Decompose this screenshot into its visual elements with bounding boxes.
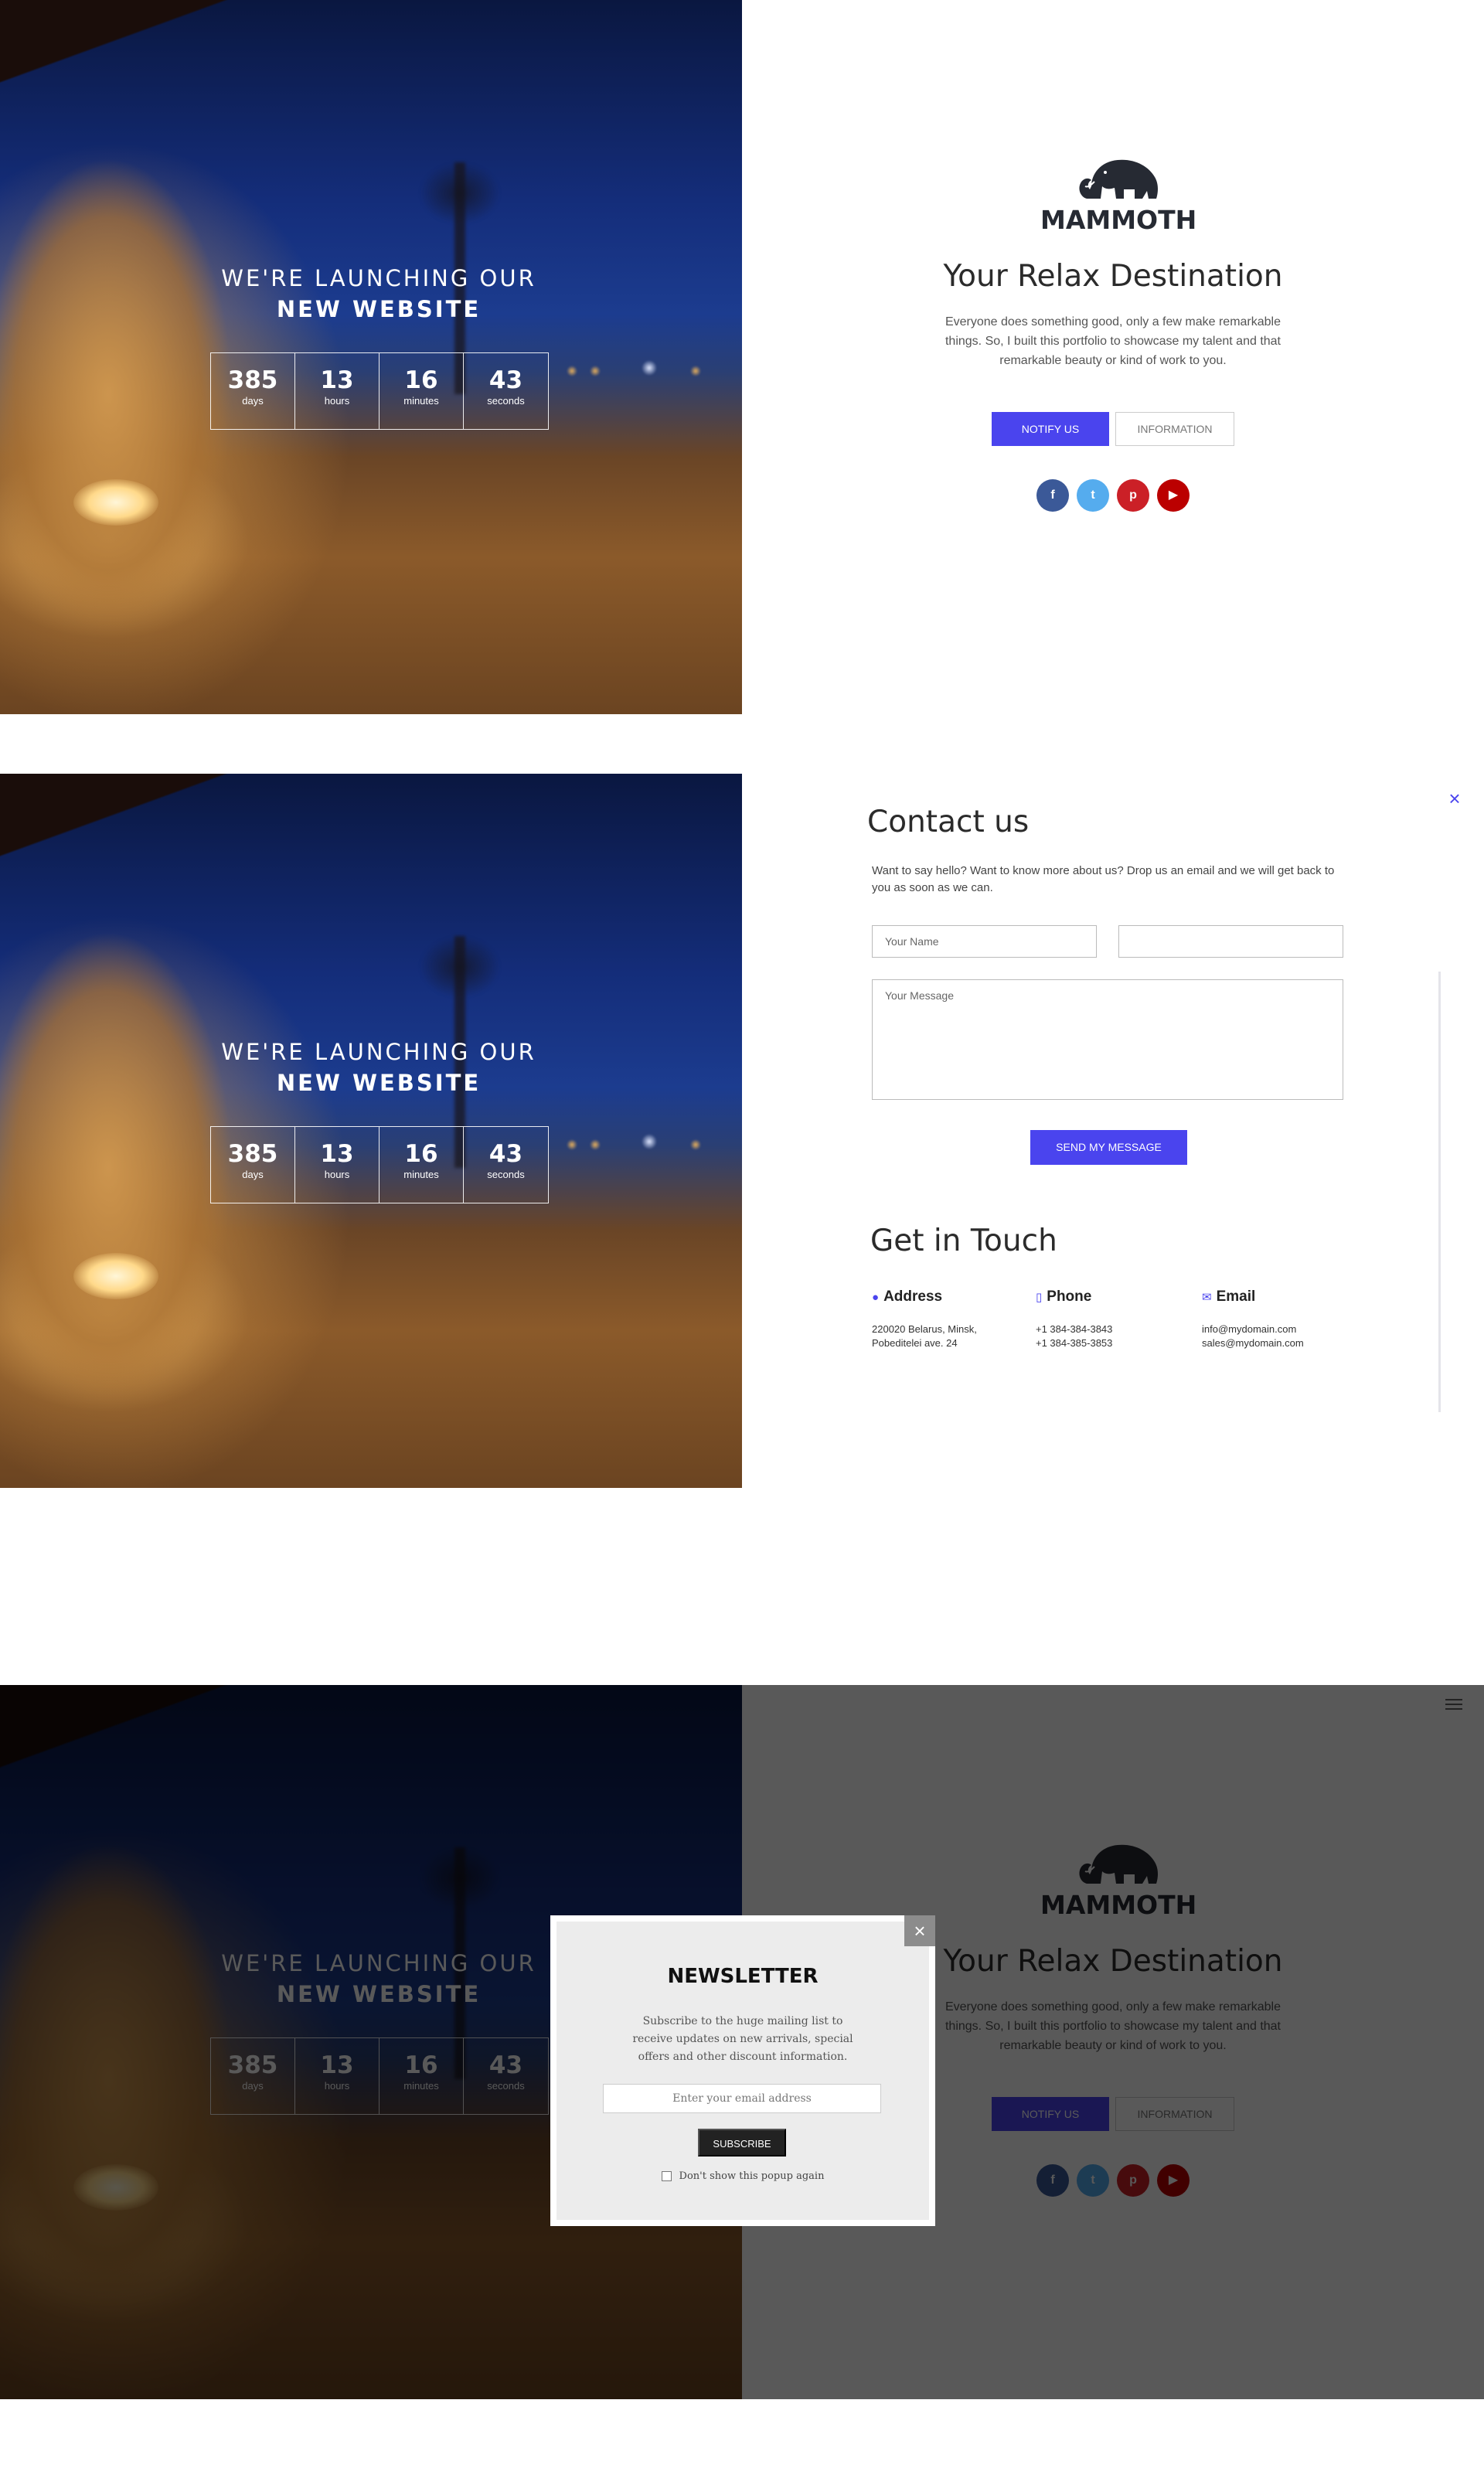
countdown-days-value: 385: [227, 366, 278, 394]
countdown: 385days 13hours 16minutes 43seconds: [210, 352, 549, 430]
landing-section: WE'RE LAUNCHING OUR NEW WEBSITE 385 days …: [0, 0, 1484, 714]
map-pin-icon: ●: [872, 1290, 880, 1304]
tagline: Your Relax Destination: [943, 259, 1283, 294]
hero-photo: WE'RE LAUNCHING OUR NEW WEBSITE 385days …: [0, 774, 742, 1488]
logo-text: MAMMOTH: [1040, 205, 1197, 235]
youtube-icon[interactable]: ▶: [1157, 479, 1190, 512]
newsletter-text: Subscribe to the huge mailing list to re…: [632, 2015, 853, 2063]
countdown-minutes: 16minutes: [380, 353, 464, 429]
countdown-minutes-value: 16: [404, 1140, 438, 1168]
launch-line-2: NEW WEBSITE: [276, 1070, 482, 1096]
launch-heading: WE'RE LAUNCHING OUR NEW WEBSITE: [209, 263, 549, 325]
phone-block: ▯ Phone +1 384-384-3843 +1 384-385-3853: [1036, 1288, 1190, 1350]
twitter-icon[interactable]: t: [1077, 479, 1109, 512]
phone-line-1: +1 384-384-3843: [1036, 1323, 1113, 1335]
pinterest-icon[interactable]: p: [1117, 479, 1149, 512]
email-line-2[interactable]: sales@mydomain.com: [1202, 1336, 1356, 1350]
phone-line-2: +1 384-385-3853: [1036, 1337, 1113, 1349]
newsletter-popup: × NEWSLETTER Subscribe to the huge maili…: [550, 1915, 935, 2226]
email-line-1[interactable]: info@mydomain.com: [1202, 1323, 1356, 1336]
facebook-icon[interactable]: f: [1036, 479, 1069, 512]
contact-section: WE'RE LAUNCHING OUR NEW WEBSITE 385 days …: [0, 774, 1484, 1488]
launch-line-2: NEW WEBSITE: [276, 296, 482, 322]
get-in-touch-title: Get in Touch: [870, 1224, 1057, 1258]
cta-buttons: NOTIFY US INFORMATION: [989, 412, 1237, 446]
countdown-seconds: 43seconds: [464, 353, 548, 429]
intro-text: Everyone does something good, only a few…: [945, 315, 1281, 367]
countdown-seconds-label: seconds: [487, 1169, 525, 1180]
contact-panel: × Contact us Want to say hello? Want to …: [742, 774, 1484, 1488]
scrollbar[interactable]: [1438, 972, 1441, 1412]
social-links: f t p ▶: [742, 479, 1484, 512]
countdown-days: 385days: [211, 1127, 295, 1203]
address-title: Address: [883, 1288, 943, 1305]
countdown-days-label: days: [242, 395, 264, 407]
information-button[interactable]: INFORMATION: [1115, 412, 1234, 446]
email-block: ✉ Email info@mydomain.com sales@mydomain.c…: [1202, 1288, 1356, 1350]
countdown-days: 385days: [211, 353, 295, 429]
envelope-icon: ✉: [1202, 1291, 1212, 1304]
launch-line-1: WE'RE LAUNCHING OUR: [221, 265, 536, 291]
dont-show-again: Don't show this popup again: [556, 2170, 929, 2182]
countdown-minutes-value: 16: [404, 366, 438, 394]
countdown-minutes-label: minutes: [403, 1169, 439, 1180]
hero-photo: WE'RE LAUNCHING OUR NEW WEBSITE 385days …: [0, 0, 742, 714]
landing-panel: MAMMOTH Your Relax Destination Everyone …: [742, 0, 1484, 714]
email-title: Email: [1216, 1288, 1256, 1305]
countdown-hours-value: 13: [320, 366, 354, 394]
newsletter-section: WE'RE LAUNCHING OUR NEW WEBSITE 385days …: [0, 1685, 1484, 2399]
launch-line-1: WE'RE LAUNCHING OUR: [221, 1039, 536, 1065]
countdown: 385days 13hours 16minutes 43seconds: [210, 1126, 549, 1203]
contact-title: Contact us: [867, 805, 1030, 839]
name-field[interactable]: Your Name: [872, 925, 1097, 958]
launch-heading: WE'RE LAUNCHING OUR NEW WEBSITE: [209, 1037, 549, 1098]
countdown-days-label: days: [242, 1169, 264, 1180]
hamburger-menu-icon[interactable]: [1445, 1699, 1462, 1711]
countdown-minutes-label: minutes: [403, 395, 439, 407]
message-field[interactable]: Your Message: [872, 979, 1343, 1100]
newsletter-title: NEWSLETTER: [667, 1965, 819, 1988]
notify-us-button[interactable]: NOTIFY US: [992, 412, 1109, 446]
popup-close-icon[interactable]: ×: [904, 1915, 935, 1946]
countdown-seconds: 43seconds: [464, 1127, 548, 1203]
countdown-hours-label: hours: [324, 395, 350, 407]
subscribe-button[interactable]: SUBSCRIBE: [698, 2129, 786, 2157]
countdown-hours: 13hours: [295, 1127, 380, 1203]
contact-description: Want to say hello? Want to know more abo…: [872, 864, 1335, 894]
newsletter-email-input[interactable]: Enter your email address: [603, 2084, 881, 2113]
mammoth-icon: [1079, 159, 1158, 199]
address-line-2: Pobeditelei ave. 24: [872, 1337, 958, 1349]
dont-show-checkbox[interactable]: [661, 2171, 672, 2181]
countdown-seconds-label: seconds: [487, 395, 525, 407]
mammoth-logo: MAMMOTH: [1040, 151, 1197, 236]
countdown-hours-label: hours: [324, 1169, 350, 1180]
dont-show-label[interactable]: Don't show this popup again: [679, 2170, 825, 2182]
countdown-seconds-value: 43: [488, 1140, 523, 1168]
address-block: ● Address 220020 Belarus, Minsk, Pobeditel…: [872, 1288, 1026, 1350]
phone-title: Phone: [1047, 1288, 1092, 1305]
email-field[interactable]: [1118, 925, 1343, 958]
countdown-minutes: 16minutes: [380, 1127, 464, 1203]
close-icon[interactable]: ×: [1445, 788, 1464, 808]
phone-icon: ▯: [1036, 1291, 1043, 1304]
countdown-hours-value: 13: [320, 1140, 354, 1168]
countdown-seconds-value: 43: [488, 366, 523, 394]
countdown-days-value: 385: [227, 1140, 278, 1168]
send-message-button[interactable]: SEND MY MESSAGE: [1030, 1130, 1187, 1165]
countdown-hours: 13hours: [295, 353, 380, 429]
address-line-1: 220020 Belarus, Minsk,: [872, 1323, 977, 1335]
